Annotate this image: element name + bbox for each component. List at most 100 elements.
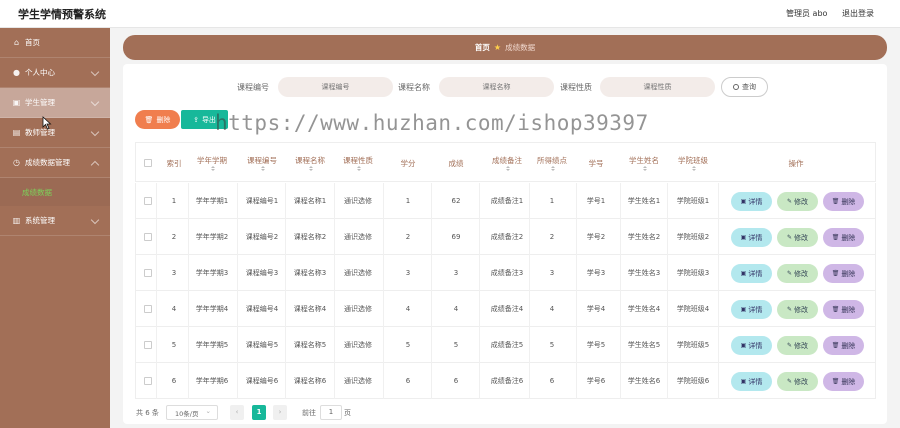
column-divider [285, 255, 286, 291]
breadcrumb-home[interactable]: 首页 [475, 42, 490, 53]
edit-button[interactable]: ✎ 修改 [777, 264, 818, 283]
breadcrumb: 首页 ★ 成绩数据 [123, 35, 887, 60]
column-header[interactable]: 课程性质 [336, 149, 380, 177]
next-page-button[interactable]: › [273, 405, 287, 420]
column-header[interactable]: 学号 [577, 149, 615, 177]
column-header[interactable]: 课程名称 [288, 149, 332, 177]
sidebar-item-system[interactable]: ▥ 系统管理 [0, 206, 110, 236]
column-header[interactable]: 成绩 [434, 149, 478, 177]
table-cell: 2 [405, 233, 411, 241]
table-cell: 69 [451, 233, 461, 241]
detail-icon: ▣ [740, 306, 747, 313]
table-cell: 5 [453, 341, 459, 349]
column-divider [383, 255, 384, 291]
batch-delete-button[interactable]: 🗑 删除 [135, 110, 180, 129]
table-cell: 5 [171, 341, 177, 349]
sort-icon [643, 165, 647, 172]
row-checkbox[interactable] [144, 233, 152, 241]
logout-link[interactable]: 退出登录 [842, 8, 874, 19]
delete-button[interactable]: 🗑 删除 [823, 300, 864, 319]
column-header[interactable]: 学院班级 [671, 149, 715, 177]
table-cell: 6 [549, 377, 555, 385]
course-name-input[interactable] [439, 77, 554, 97]
delete-button[interactable]: 🗑 删除 [823, 372, 864, 391]
students-icon: ▣ [12, 98, 21, 107]
column-divider [431, 183, 432, 219]
table-cell: 学生姓名2 [627, 233, 661, 241]
row-checkbox[interactable] [144, 341, 152, 349]
table-cell: 1 [549, 197, 555, 205]
page-size-select[interactable]: 10条/页 ⌄ [166, 405, 218, 420]
edit-button[interactable]: ✎ 修改 [777, 228, 818, 247]
table-cell: 成绩备注4 [490, 305, 524, 313]
column-header[interactable]: 课程编号 [240, 149, 284, 177]
table-cell: 学院班级3 [676, 269, 710, 277]
table-cell: 通识选修 [344, 341, 372, 349]
table-cell: 学院班级2 [676, 233, 710, 241]
column-header[interactable]: 成绩备注 [482, 149, 532, 177]
table-cell: 学生姓名5 [627, 341, 661, 349]
table-cell: 3 [453, 269, 459, 277]
prev-page-button[interactable]: ‹ [230, 405, 244, 420]
sidebar-item-teachers[interactable]: ▤ 教师管理 [0, 118, 110, 148]
column-divider [667, 291, 668, 327]
sidebar-item-home[interactable]: ⌂ 首页 [0, 28, 110, 58]
row-checkbox[interactable] [144, 305, 152, 313]
detail-button[interactable]: ▣ 详情 [731, 372, 772, 391]
column-header[interactable]: 学生姓名 [622, 149, 666, 177]
edit-button[interactable]: ✎ 修改 [777, 372, 818, 391]
sidebar-item-students[interactable]: ▣ 学生管理 [0, 88, 110, 118]
row-checkbox[interactable] [144, 377, 152, 385]
detail-button[interactable]: ▣ 详情 [731, 300, 772, 319]
delete-button[interactable]: 🗑 删除 [823, 336, 864, 355]
pencil-icon: ✎ [786, 306, 793, 313]
edit-button[interactable]: ✎ 修改 [777, 336, 818, 355]
sidebar-item-label: 学生管理 [25, 98, 55, 107]
column-divider [431, 291, 432, 327]
course-type-input[interactable] [600, 77, 715, 97]
clock-icon: ◷ [13, 158, 20, 167]
delete-button[interactable]: 🗑 删除 [823, 264, 864, 283]
select-all-checkbox[interactable] [144, 159, 152, 167]
table-row: 4 学年学期4 课程编号4 课程名称4 通识选修 4 4 成绩备注4 4 学号4 学生姓名4 学院班级… [135, 291, 876, 327]
table-cell: 学号2 [586, 233, 606, 241]
table-cell: 1 [405, 197, 411, 205]
delete-button[interactable]: 🗑 删除 [823, 228, 864, 247]
detail-button[interactable]: ▣ 详情 [731, 264, 772, 283]
delete-button[interactable]: 🗑 删除 [823, 192, 864, 211]
table-row: 6 学年学期6 课程编号6 课程名称6 通识选修 6 6 成绩备注6 6 学号6 学生姓名6 学院班级… [135, 363, 876, 399]
row-checkbox[interactable] [144, 269, 152, 277]
delete-button-label: 删除 [841, 233, 856, 242]
course-no-input[interactable] [278, 77, 393, 97]
detail-button[interactable]: ▣ 详情 [731, 336, 772, 355]
sidebar-item-grade-management[interactable]: ◷ 成绩数据管理 [0, 148, 110, 178]
column-divider [156, 327, 157, 363]
column-divider [667, 363, 668, 399]
edit-button[interactable]: ✎ 修改 [777, 300, 818, 319]
column-header[interactable]: 学年学期 [189, 149, 235, 177]
mouse-cursor-icon [42, 116, 52, 130]
table-cell: 学院班级6 [676, 377, 710, 385]
course-type-label: 课程性质 [560, 83, 592, 92]
row-checkbox[interactable] [144, 197, 152, 205]
breadcrumb-current: 成绩数据 [505, 43, 536, 52]
detail-button[interactable]: ▣ 详情 [731, 192, 772, 211]
column-header[interactable]: 所得绩点 [530, 149, 574, 177]
detail-button[interactable]: ▣ 详情 [731, 228, 772, 247]
table-cell: 学号3 [586, 269, 606, 277]
column-divider [620, 291, 621, 327]
sidebar-subitem-grades[interactable]: 成绩数据 [0, 178, 110, 206]
edit-button[interactable]: ✎ 修改 [777, 192, 818, 211]
sidebar-item-profile[interactable]: ● 个人中心 [0, 58, 110, 88]
search-button[interactable]: 查询 [721, 77, 768, 97]
column-divider [667, 255, 668, 291]
page-number-button[interactable]: 1 [252, 405, 266, 420]
column-divider [383, 327, 384, 363]
course-name-label: 课程名称 [398, 83, 430, 92]
chevron-down-icon [90, 127, 100, 137]
system-icon: ▥ [12, 216, 21, 225]
goto-page-input[interactable]: 1 [320, 405, 342, 420]
detail-icon: ▣ [740, 270, 747, 277]
table-cell: 4 [171, 305, 177, 313]
column-header[interactable]: 学分 [386, 149, 430, 177]
